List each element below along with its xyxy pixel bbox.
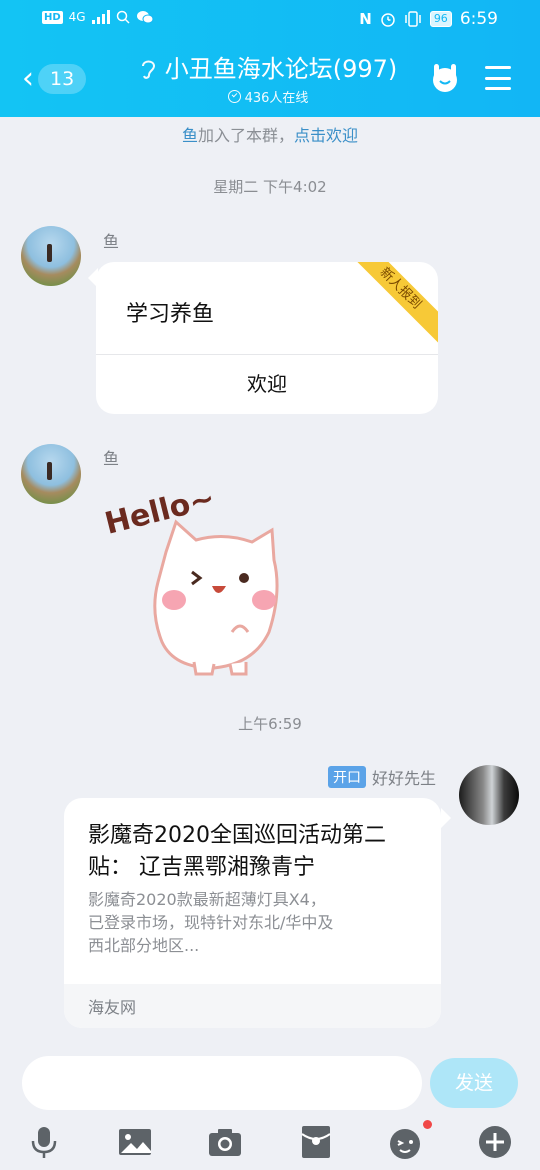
newcomer-ribbon: 新人报到 (342, 262, 438, 347)
unread-count: 13 (38, 64, 87, 94)
vibrate-icon (405, 11, 421, 27)
camera-icon[interactable] (207, 1124, 243, 1160)
rock-hand-icon[interactable] (430, 62, 460, 94)
sticker-text: Hello~ (104, 482, 218, 542)
title-block[interactable]: 小丑鱼海水论坛(997) 436人在线 (118, 54, 418, 107)
menu-line (485, 66, 511, 69)
link-source: 海友网 (88, 998, 137, 1017)
chat-header: HD 4G N 96 6:59 ‹ 13 小丑鱼海水论坛(997) 436人在线 (0, 0, 540, 117)
plus-icon[interactable] (477, 1124, 513, 1160)
image-icon[interactable] (117, 1124, 153, 1160)
avatar[interactable] (21, 444, 81, 504)
sender-name: 鱼 (103, 449, 120, 468)
sender-row: 开口 好好先生 (327, 765, 436, 789)
signal-icon (91, 10, 110, 24)
notice-name[interactable]: 鱼 (182, 126, 198, 145)
network-label: 4G (68, 10, 86, 24)
battery-indicator: 96 (429, 11, 452, 27)
timestamp: 上午6:59 (238, 715, 302, 733)
link-title: 影魔奇2020全国巡回活动第二贴： 辽吉黑鄂湘豫青宁 (88, 823, 386, 880)
avatar[interactable] (459, 765, 519, 825)
red-packet-icon[interactable] (298, 1124, 334, 1160)
message-input[interactable] (22, 1056, 422, 1110)
ear-icon (141, 60, 155, 79)
hello-cat-sticker[interactable]: Hello~ (104, 482, 284, 677)
join-notice: 鱼加入了本群，点击欢迎 (0, 122, 540, 146)
sender-name: 好好先生 (371, 769, 436, 788)
bubble-tail (441, 808, 451, 828)
menu-line (485, 76, 511, 80)
timestamp: 星期二 下午4:02 (213, 178, 327, 196)
emoji-icon[interactable] (387, 1124, 423, 1160)
input-toolbar (0, 1118, 540, 1170)
newcomer-card[interactable]: 学习养鱼 新人报到 欢迎 (96, 262, 438, 414)
notification-dot (423, 1120, 432, 1129)
link-footer: 海友网 (64, 984, 441, 1028)
status-time: 6:59 (459, 9, 498, 29)
welcome-link[interactable]: 点击欢迎 (294, 126, 358, 145)
member-tag: 开口 (327, 766, 366, 788)
microphone-icon[interactable] (26, 1124, 62, 1160)
notice-text: 加入了本群， (197, 126, 294, 145)
online-status: 436人在线 (227, 87, 309, 106)
menu-line (485, 87, 511, 90)
menu-icon[interactable] (485, 66, 511, 90)
send-button[interactable]: 发送 (430, 1058, 518, 1108)
welcome-button[interactable]: 欢迎 (96, 355, 438, 414)
status-left: HD 4G (42, 10, 154, 24)
group-title: 小丑鱼海水论坛(997) (139, 54, 398, 84)
online-count: 436人在线 (244, 91, 309, 106)
status-bar: HD 4G N 96 6:59 (0, 0, 540, 40)
hd-badge: HD (42, 10, 63, 24)
online-check-icon (227, 90, 241, 103)
nfc-icon: N (359, 10, 372, 28)
link-card[interactable]: 影魔奇2020全国巡回活动第二贴： 辽吉黑鄂湘豫青宁 影魔奇2020款最新超薄灯… (64, 798, 441, 1028)
group-name: 小丑鱼海水论坛(997) (164, 55, 398, 83)
chevron-left-icon: ‹ (22, 61, 34, 96)
avatar[interactable] (21, 226, 81, 286)
link-description: 影魔奇2020款最新超薄灯具X4，已登录市场，现特针对东北/华中及西北部分地区.… (88, 890, 334, 955)
newcomer-message: 学习养鱼 (126, 302, 215, 327)
status-right: N 96 6:59 (359, 9, 498, 29)
sender-name: 鱼 (103, 232, 120, 251)
wechat-icon (136, 11, 154, 24)
alarm-icon (381, 13, 395, 27)
search-status-icon (116, 10, 130, 24)
back-button[interactable]: ‹ 13 (22, 62, 98, 96)
